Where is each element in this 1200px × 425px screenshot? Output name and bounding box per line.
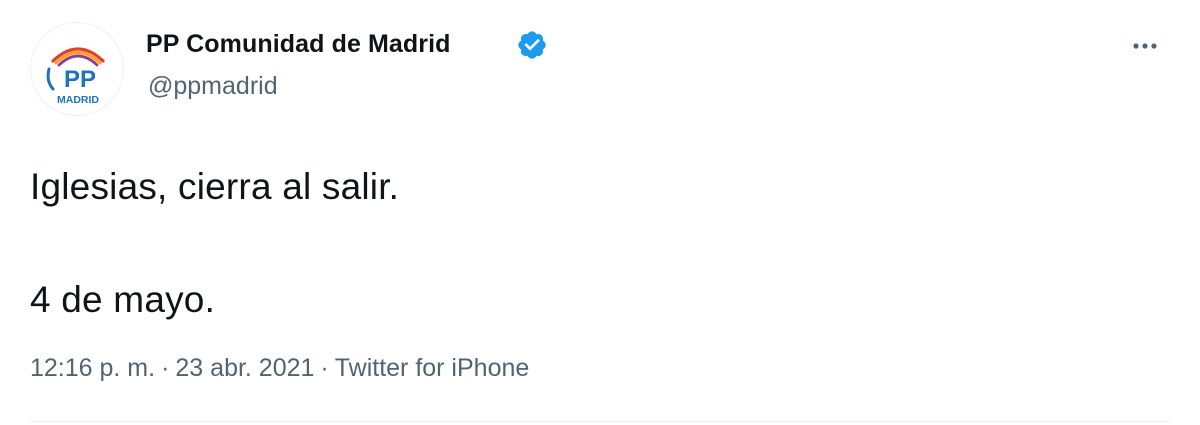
tweet-card: PP MADRID PP Comunidad de Madrid @ppmadr… (0, 0, 1200, 425)
divider (30, 421, 1170, 422)
display-name[interactable]: PP Comunidad de Madrid (146, 30, 451, 59)
tweet-text-line-1: Iglesias, cierra al salir. (30, 166, 400, 207)
avatar-region-text: MADRID (57, 94, 99, 106)
tweet-time[interactable]: 12:16 p. m. (30, 354, 155, 382)
pp-madrid-logo: PP MADRID (46, 47, 105, 106)
meta-separator: · (161, 354, 170, 382)
tweet-source[interactable]: Twitter for iPhone (335, 354, 530, 382)
meta-separator: · (320, 354, 329, 382)
more-options-icon[interactable] (1120, 28, 1170, 64)
tweet-date[interactable]: 23 abr. 2021 (175, 354, 314, 382)
avatar[interactable]: PP MADRID (30, 22, 124, 116)
avatar-logo-text: PP (64, 66, 96, 93)
handle[interactable]: @ppmadrid (148, 72, 278, 101)
tweet-text-line-2: 4 de mayo. (30, 279, 216, 320)
tweet-meta: 12:16 p. m. · 23 abr. 2021 · Twitter for iPh… (30, 354, 529, 383)
verified-badge-icon (518, 31, 546, 59)
